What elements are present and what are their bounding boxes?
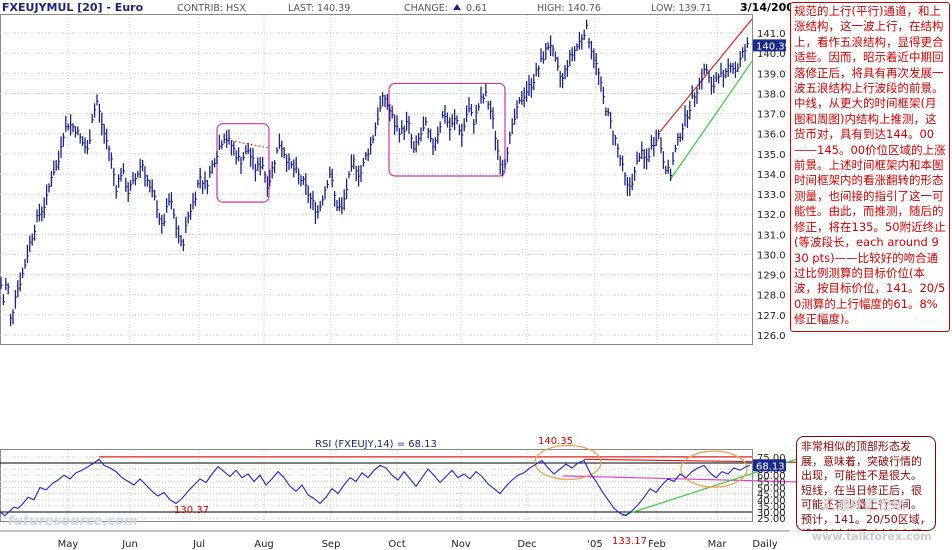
x-tick-label: Nov xyxy=(451,539,471,550)
x-tick-label: Dec xyxy=(517,539,536,550)
rsi-high-label: 140.35 xyxy=(538,436,573,447)
x-tick-label: Daily xyxy=(752,539,777,550)
price-series xyxy=(0,19,749,327)
chart-header: FXEUJYMUL [20] - Euro CONTRIB: HSX LAST: 1… xyxy=(0,0,802,14)
header-low: LOW: 139.71 xyxy=(651,3,712,14)
price-y-tick-label: 126.0 xyxy=(757,331,786,342)
price-y-tick-label: 135.0 xyxy=(757,150,786,161)
header-contrib: CONTRIB: HSX xyxy=(177,3,246,14)
rsi-last-tag: 68.13 xyxy=(756,461,785,472)
header-high: HIGH: 140.76 xyxy=(537,3,601,14)
forum-watermark: 汇通外汇论坛 xyxy=(822,498,906,514)
neckline-dashed xyxy=(226,139,269,149)
x-tick-label: Jul xyxy=(192,539,205,550)
header-symbol: FXEUJYMUL [20] - Euro xyxy=(2,1,144,14)
x-tick-label: Sep xyxy=(322,539,341,550)
x-tick-label: Mar xyxy=(708,539,728,550)
rsi-low-label: 130.37 xyxy=(174,505,209,516)
price-y-tick-label: 133.0 xyxy=(757,190,786,201)
x-tick-label: Feb xyxy=(648,539,666,550)
header-change-label: CHANGE: xyxy=(404,3,448,14)
header-last: LAST: 140.39 xyxy=(288,3,350,14)
price-y-tick-label: 132.0 xyxy=(757,210,786,221)
analysis-note-main: 规范的上行(平行)通道，和上涨结构，这一波上行，在结构上，看作五浪结构，显得更合… xyxy=(790,2,950,332)
price-y-tick-label: 134.0 xyxy=(757,170,786,181)
rsi-series: RSI (FXEUJY,14) = 68.13 140.35 130.37 133.1… xyxy=(0,436,751,547)
price-y-tick-label: 127.0 xyxy=(757,311,786,322)
price-y-tick-label: 136.0 xyxy=(757,130,786,141)
x-tick-label: '05 xyxy=(587,539,602,550)
x-tick-label: Aug xyxy=(254,539,274,550)
x-tick-label: Oct xyxy=(388,539,405,550)
x-tick-label: May xyxy=(58,539,79,550)
price-y-tick-label: 129.0 xyxy=(757,271,786,282)
analysis-note-rsi: 非常相似的顶部形态发展，意味着，突破行情的出现，可能性不是很大。短线，在当日修正… xyxy=(796,436,936,531)
talkforex-watermark: www.talkforex.com xyxy=(812,530,932,543)
last-price-tag: 140.39 xyxy=(756,41,791,52)
futuresource-watermark: futuresource.com xyxy=(8,514,138,529)
price-y-tick-label: 138.0 xyxy=(757,89,786,100)
price-y-tick-label: 128.0 xyxy=(757,291,786,302)
rsi-dec-low-label: 133.17 xyxy=(612,536,647,547)
price-y-tick-label: 139.0 xyxy=(757,69,786,80)
rsi-title: RSI (FXEUJY,14) = 68.13 xyxy=(315,439,437,450)
x-tick-label: Jun xyxy=(121,539,138,550)
channel-upper-line xyxy=(659,18,753,133)
axes: May Jun Jul Aug Sep Oct Nov Dec '05 Feb Mar Daily 12… xyxy=(0,29,791,550)
price-y-tick-label: 137.0 xyxy=(757,110,786,121)
price-y-tick-label: 131.0 xyxy=(757,230,786,241)
price-y-tick-label: 130.0 xyxy=(757,250,786,261)
header-change-value: 0.61 xyxy=(466,3,487,14)
price-y-tick-label: 141.0 xyxy=(757,29,786,40)
